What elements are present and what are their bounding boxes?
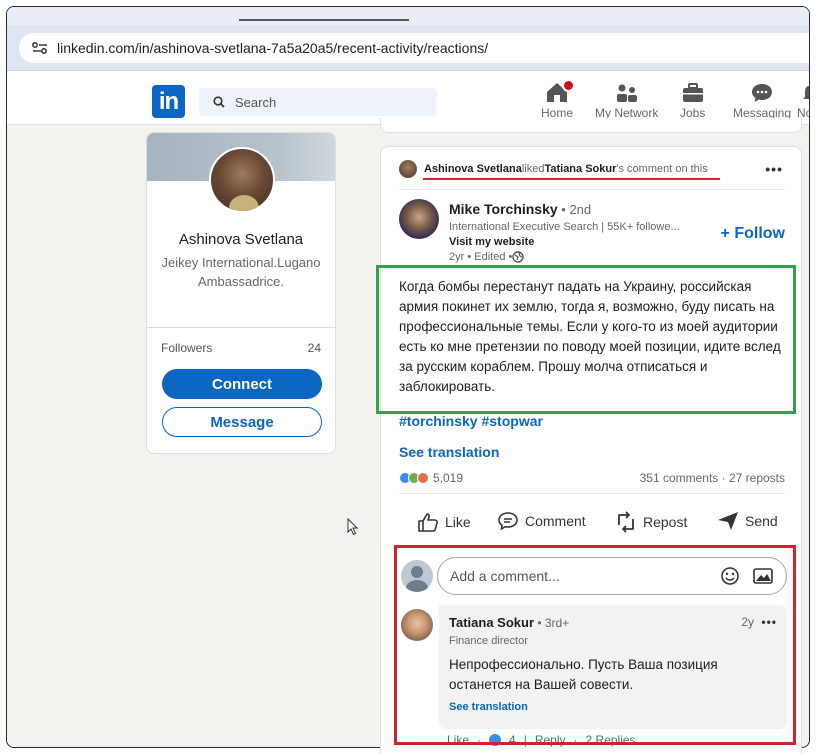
post-time-text: 2yr • Edited • xyxy=(449,251,513,263)
author-website-link[interactable]: Visit my website xyxy=(449,236,534,248)
bell-icon xyxy=(803,86,809,99)
nav-home[interactable]: Home xyxy=(541,79,575,121)
linkedin-logo[interactable]: in xyxy=(152,85,185,118)
author-name[interactable]: Mike Torchinsky • 2nd xyxy=(449,201,591,217)
reply-like-count: 4 xyxy=(509,733,516,747)
like-label: Like xyxy=(445,514,471,530)
briefcase-icon xyxy=(682,83,703,102)
actor-avatar[interactable] xyxy=(399,160,417,178)
send-label: Send xyxy=(745,513,778,529)
divider: | xyxy=(523,733,527,747)
url-field[interactable]: linkedin.com/in/ashinova-svetlana-7a5a20… xyxy=(19,33,809,63)
comment-placeholder: Add a comment... xyxy=(450,568,560,584)
reply-author-role: Finance director xyxy=(449,635,528,647)
reply-author-name-text: Tatiana Sokur xyxy=(449,615,535,630)
reply-like-button[interactable]: Like xyxy=(447,733,469,747)
connect-button[interactable]: Connect xyxy=(162,369,322,399)
url-text: linkedin.com/in/ashinova-svetlana-7a5a20… xyxy=(57,40,489,56)
more-options-icon[interactable]: ••• xyxy=(765,161,783,177)
nav-notifications[interactable]: Notif xyxy=(797,81,809,121)
divider xyxy=(147,327,335,328)
globe-icon xyxy=(512,251,525,263)
thumbs-up-icon xyxy=(418,513,438,532)
message-icon xyxy=(752,84,773,102)
author-subtitle: International Executive Search | 55K+ fo… xyxy=(449,221,680,233)
send-icon xyxy=(718,512,738,530)
activity-target[interactable]: Tatiana Sokur xyxy=(544,163,616,175)
nav-messaging[interactable]: Messaging xyxy=(733,81,791,121)
current-user-avatar xyxy=(401,560,433,592)
repost-icon xyxy=(618,511,634,533)
notification-dot xyxy=(562,79,575,92)
search-icon xyxy=(213,96,225,108)
nav-my-network[interactable]: My Network xyxy=(595,81,658,121)
nav-jobs[interactable]: Jobs xyxy=(680,81,705,121)
mouse-cursor-icon xyxy=(347,518,359,536)
people-icon xyxy=(616,84,637,102)
like-button[interactable]: Like xyxy=(417,511,471,533)
post-time: 2yr • Edited • xyxy=(449,251,525,263)
reply-more-options-icon[interactable]: ••• xyxy=(761,615,777,629)
author-name-text: Mike Torchinsky xyxy=(449,201,558,217)
post-hashtags[interactable]: #torchinsky #stopwar xyxy=(399,413,543,429)
reply-time: 2y ••• xyxy=(741,615,777,629)
reply-actions: Like · 4 | Reply · 2 Replies xyxy=(447,733,636,747)
message-button[interactable]: Message xyxy=(162,407,322,437)
author-degree: • 2nd xyxy=(557,202,592,217)
activity-header: Ashinova Svetlana liked Tatiana Sokur 's… xyxy=(399,159,708,179)
address-bar: linkedin.com/in/ashinova-svetlana-7a5a20… xyxy=(7,25,809,71)
comment-input[interactable]: Add a comment... xyxy=(437,557,787,595)
linkedin-navbar: in Search Home My Network Jobs Messaging… xyxy=(7,71,809,125)
reply-author-name[interactable]: Tatiana Sokur • 3rd+ xyxy=(449,615,569,630)
repost-button[interactable]: Repost xyxy=(615,511,687,533)
previous-feed-card xyxy=(380,118,802,133)
comments-reposts-count[interactable]: 351 comments · 27 reposts xyxy=(640,471,785,485)
post-body: Когда бомбы перестанут падать на Украину… xyxy=(399,279,781,394)
image-icon[interactable] xyxy=(752,566,774,586)
like-reaction-icon xyxy=(489,734,502,746)
divider: · xyxy=(573,733,578,747)
divider xyxy=(399,493,785,494)
comment-bubble: Tatiana Sokur • 3rd+ 2y ••• Finance dire… xyxy=(439,605,787,729)
repost-label: Repost xyxy=(643,514,688,530)
activity-actor[interactable]: Ashinova Svetlana xyxy=(424,163,522,175)
highlight-underline xyxy=(423,178,720,180)
profile-headline: Jeikey International.Lugano Ambassadrice… xyxy=(161,255,321,289)
search-placeholder: Search xyxy=(235,94,277,110)
reply-author-degree: • 3rd+ xyxy=(534,616,570,630)
reply-text: Непрофессионально. Пусть Ваша позиция ос… xyxy=(449,657,718,692)
comment-button[interactable]: Comment xyxy=(497,511,586,531)
followers-count: 24 xyxy=(307,341,321,355)
activity-suffix: 's comment on this xyxy=(616,163,708,175)
emoji-icon[interactable] xyxy=(720,566,740,586)
profile-card: Ashinova Svetlana Jeikey International.L… xyxy=(146,132,336,454)
feed-post-card: Ashinova Svetlana liked Tatiana Sokur 's… xyxy=(380,146,802,754)
activity-verb: liked xyxy=(521,163,545,175)
follow-button[interactable]: + Follow xyxy=(721,225,785,243)
reactions-count: 5,019 xyxy=(433,471,464,485)
reply-time-text: 2y xyxy=(741,615,755,629)
reactions-summary[interactable]: 5,019 xyxy=(399,471,463,485)
send-button[interactable]: Send xyxy=(717,511,778,531)
see-translation-link[interactable]: See translation xyxy=(399,444,499,460)
site-settings-icon[interactable] xyxy=(31,41,49,55)
comment-label: Comment xyxy=(525,513,586,529)
comment-icon xyxy=(498,512,518,531)
divider xyxy=(399,189,785,190)
reply-author-avatar[interactable] xyxy=(401,609,433,641)
profile-avatar[interactable] xyxy=(209,147,275,213)
reply-reply-button[interactable]: Reply xyxy=(535,733,566,747)
author-avatar[interactable] xyxy=(399,199,439,239)
reply-replies-link[interactable]: 2 Replies xyxy=(586,733,636,747)
love-reaction-icon xyxy=(417,472,429,484)
active-tab-indicator[interactable] xyxy=(239,19,409,21)
reply-see-translation-link[interactable]: See translation xyxy=(449,701,528,713)
divider: · xyxy=(477,733,482,747)
tab-strip xyxy=(7,7,809,25)
followers-label: Followers xyxy=(161,341,213,355)
profile-name[interactable]: Ashinova Svetlana xyxy=(147,231,335,248)
search-input[interactable]: Search xyxy=(199,88,437,116)
